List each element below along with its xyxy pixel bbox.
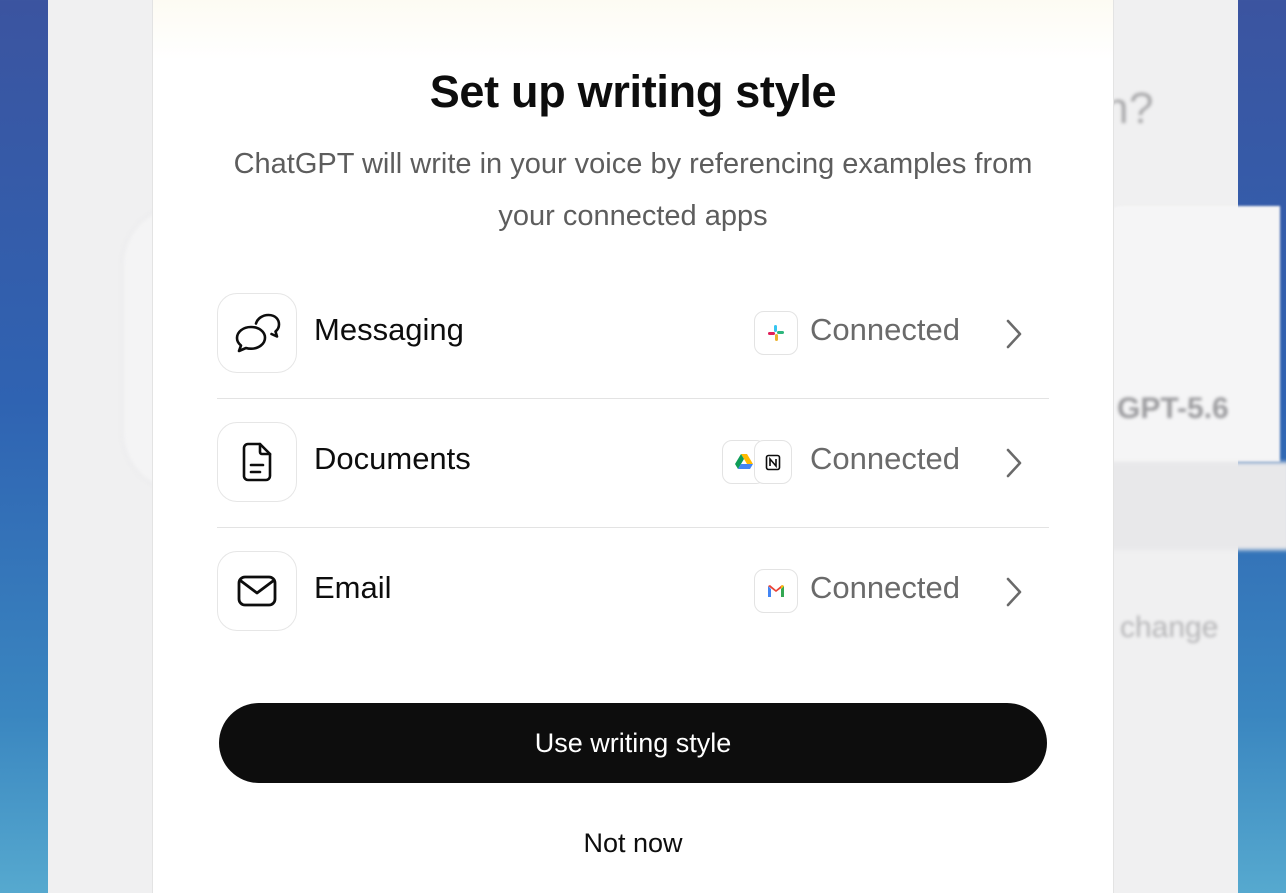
gmail-icon [754,569,798,613]
documents-status: Connected [810,441,960,476]
document-icon [217,422,297,502]
email-status: Connected [810,570,960,605]
modal-subtitle: ChatGPT will write in your voice by refe… [233,148,1033,232]
slack-icon [754,311,798,355]
use-writing-style-button[interactable]: Use writing style [219,703,1047,783]
envelope-icon [217,551,297,631]
chevron-right-icon [1006,577,1022,607]
email-row[interactable]: Email Connected [217,527,1049,656]
background-card-footer [1100,462,1286,550]
chevron-right-icon [1006,319,1022,349]
messaging-row[interactable]: Messaging Connected [217,269,1049,399]
documents-row[interactable]: Documents Connected [217,398,1049,528]
messaging-status: Connected [810,312,960,347]
chevron-right-icon [1006,448,1022,478]
documents-label: Documents [314,441,471,476]
chat-bubbles-icon [217,293,297,373]
notion-icon [754,440,792,484]
messaging-label: Messaging [314,312,464,347]
writing-style-modal: Set up writing style ChatGPT will write … [152,0,1114,893]
background-model-label: GPT-5.6 [1117,392,1229,425]
not-now-button[interactable]: Not now [483,818,783,868]
email-label: Email [314,570,392,605]
background-change-text: change [1120,611,1219,644]
modal-title: Set up writing style [429,66,837,117]
